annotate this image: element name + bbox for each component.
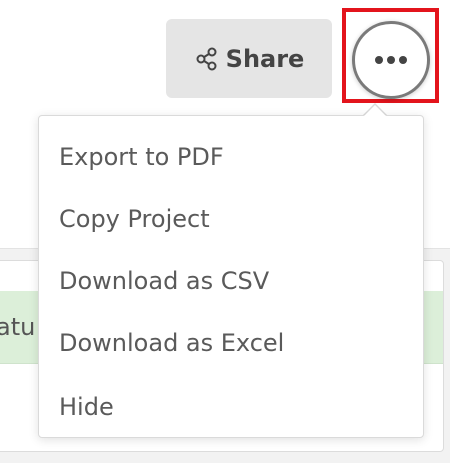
menu-item-export-pdf[interactable]: Export to PDF: [59, 143, 224, 171]
share-label: Share: [225, 44, 305, 73]
share-icon: [194, 46, 220, 72]
share-button[interactable]: Share: [166, 19, 332, 98]
status-text: atu: [0, 313, 36, 341]
menu-item-download-csv[interactable]: Download as CSV: [59, 267, 269, 295]
menu-item-download-excel[interactable]: Download as Excel: [59, 329, 284, 357]
more-horizontal-icon: [375, 56, 407, 64]
more-options-menu: Export to PDF Copy Project Download as C…: [38, 115, 424, 438]
more-options-button[interactable]: [352, 21, 430, 99]
menu-pointer-fill: [364, 105, 386, 116]
menu-item-copy-project[interactable]: Copy Project: [59, 205, 210, 233]
menu-item-hide[interactable]: Hide: [59, 393, 114, 421]
